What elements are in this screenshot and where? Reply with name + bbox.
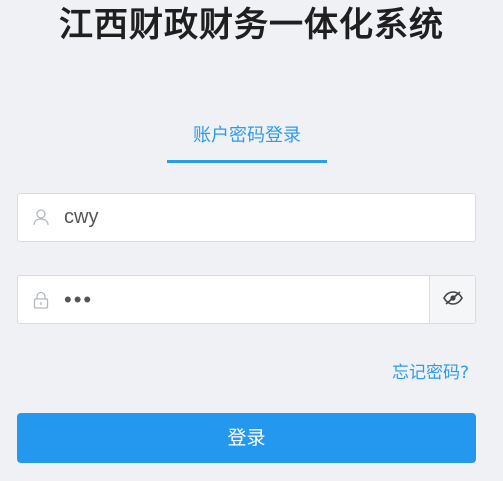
forgot-password-link[interactable]: 忘记密码? xyxy=(392,358,469,383)
user-icon xyxy=(18,194,64,241)
password-field[interactable]: ••• xyxy=(17,275,476,324)
password-input[interactable]: ••• xyxy=(64,276,429,323)
tab-active-underline xyxy=(167,160,327,163)
login-page: 江西财政财务一体化系统 账户密码登录 ••• xyxy=(0,0,503,481)
lock-icon xyxy=(18,276,64,323)
tab-label: 账户密码登录 xyxy=(193,125,301,146)
page-title: 江西财政财务一体化系统 xyxy=(59,5,444,45)
eye-icon xyxy=(442,290,463,309)
username-input[interactable] xyxy=(64,194,475,241)
tab-account-password-login[interactable]: 账户密码登录 xyxy=(167,115,327,163)
toggle-password-visibility-button[interactable] xyxy=(429,276,475,323)
login-button[interactable]: 登录 xyxy=(17,413,476,463)
username-field[interactable] xyxy=(17,193,476,242)
